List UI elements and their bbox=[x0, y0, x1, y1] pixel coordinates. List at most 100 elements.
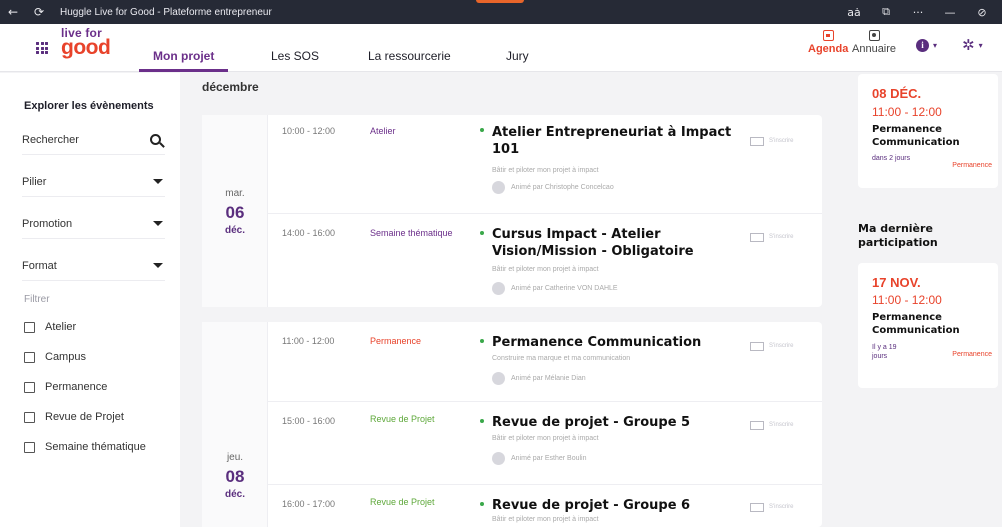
agenda-label: Agenda bbox=[808, 43, 849, 55]
checkbox[interactable] bbox=[24, 381, 35, 393]
register-label: S'inscrire bbox=[769, 422, 794, 428]
register-checkbox[interactable]: S'inscrire bbox=[750, 231, 793, 243]
card-type: Permanence bbox=[952, 162, 992, 169]
event-title[interactable]: Revue de projet - Groupe 5 bbox=[492, 414, 792, 431]
checkbox-icon bbox=[750, 341, 764, 351]
logo-text-bottom: good bbox=[61, 36, 111, 59]
apps-grid-icon[interactable] bbox=[36, 42, 48, 54]
day-group: mar. 06 déc. 10:00 - 12:00 Atelier Ateli… bbox=[202, 115, 822, 307]
reload-icon[interactable]: ⟳ bbox=[26, 0, 52, 24]
card-relative-time: dans 2 jours bbox=[872, 155, 911, 162]
status-dot bbox=[480, 419, 484, 423]
event-title[interactable]: Permanence Communication bbox=[492, 334, 792, 351]
day-column: jeu. 08 déc. bbox=[202, 322, 268, 527]
animator-name: Animé par Catherine VON DAHLE bbox=[511, 284, 618, 292]
tab-jury[interactable]: Jury bbox=[506, 49, 529, 71]
search-input[interactable]: Rechercher bbox=[22, 125, 165, 155]
event-row[interactable]: 11:00 - 12:00 Permanence Permanence Comm… bbox=[268, 322, 822, 402]
tab-les-sos[interactable]: Les SOS bbox=[271, 49, 319, 71]
event-time: 16:00 - 17:00 bbox=[282, 499, 336, 509]
filter-semaine-thematique[interactable]: Semaine thématique bbox=[24, 439, 146, 455]
status-dot bbox=[480, 231, 484, 235]
event-subtitle: Construire ma marque et ma communication bbox=[492, 355, 631, 362]
event-animator: Animé par Catherine VON DAHLE bbox=[492, 281, 618, 295]
last-event-card[interactable]: 17 NOV. 11:00 - 12:00 Permanence Communi… bbox=[858, 263, 998, 388]
pilier-label: Pilier bbox=[22, 175, 47, 188]
avatar bbox=[492, 281, 505, 295]
status-dot bbox=[480, 339, 484, 343]
event-title[interactable]: Revue de projet - Groupe 6 bbox=[492, 497, 792, 514]
event-type: Revue de Projet bbox=[370, 497, 435, 507]
event-type: Revue de Projet bbox=[370, 414, 435, 424]
event-type: Semaine thématique bbox=[370, 228, 453, 238]
tab-la-ressourcerie[interactable]: La ressourcerie bbox=[368, 49, 451, 71]
minimize-icon[interactable]: — bbox=[934, 0, 966, 24]
event-time: 10:00 - 12:00 bbox=[282, 126, 336, 136]
read-aloud-icon[interactable]: aȧ bbox=[838, 0, 870, 24]
dropdown-arrow-icon bbox=[153, 263, 163, 268]
event-subtitle: Bâtir et piloter mon projet à impact bbox=[492, 516, 599, 523]
logo[interactable]: live for good bbox=[61, 27, 111, 67]
format-select[interactable]: Format bbox=[22, 251, 165, 281]
month-heading: décembre bbox=[202, 80, 259, 94]
info-icon: i bbox=[916, 38, 929, 52]
checkbox[interactable] bbox=[24, 321, 35, 333]
filter-label: Semaine thématique bbox=[45, 441, 146, 453]
annuaire-label: Annuaire bbox=[852, 43, 897, 55]
card-time: 11:00 - 12:00 bbox=[872, 105, 942, 119]
back-icon[interactable]: ← bbox=[0, 0, 26, 24]
event-animator: Animé par Christophe Concelcao bbox=[492, 180, 614, 194]
install-app-icon[interactable]: ⧉ bbox=[870, 0, 902, 24]
checkbox-icon bbox=[750, 420, 764, 430]
register-checkbox[interactable]: S'inscrire bbox=[750, 419, 793, 431]
filter-label: Permanence bbox=[45, 381, 108, 393]
checkbox[interactable] bbox=[24, 351, 35, 363]
day-group: jeu. 08 déc. 11:00 - 12:00 Permanence Pe… bbox=[202, 322, 822, 527]
filter-campus[interactable]: Campus bbox=[24, 349, 86, 365]
filter-revue-de-projet[interactable]: Revue de Projet bbox=[24, 409, 124, 425]
more-icon[interactable]: ··· bbox=[902, 0, 934, 24]
pilier-select[interactable]: Pilier bbox=[22, 167, 165, 197]
event-subtitle: Bâtir et piloter mon projet à impact bbox=[492, 167, 599, 174]
app-header: live for good Mon projet Les SOS La ress… bbox=[0, 24, 1002, 72]
annuaire-link[interactable]: Annuaire bbox=[852, 30, 896, 55]
checkbox-icon bbox=[750, 502, 764, 512]
register-checkbox[interactable]: S'inscrire bbox=[750, 135, 793, 147]
event-row[interactable]: 16:00 - 17:00 Revue de Projet Revue de p… bbox=[268, 485, 822, 527]
filter-atelier[interactable]: Atelier bbox=[24, 319, 76, 335]
filter-sidebar: Explorer les évènements Rechercher Pilie… bbox=[0, 73, 180, 527]
settings-menu[interactable]: ✲ ▾ bbox=[962, 36, 983, 54]
gear-icon: ✲ bbox=[962, 36, 975, 54]
info-menu[interactable]: i ▾ bbox=[916, 37, 937, 53]
calendar-icon bbox=[822, 30, 834, 41]
event-title[interactable]: Atelier Entrepreneuriat à Impact 101 bbox=[492, 124, 732, 158]
next-event-card[interactable]: 08 DÉC. 11:00 - 12:00 Permanence Communi… bbox=[858, 74, 998, 188]
filter-heading: Filtrer bbox=[24, 294, 50, 305]
event-time: 14:00 - 16:00 bbox=[282, 228, 336, 238]
format-label: Format bbox=[22, 259, 57, 272]
event-row[interactable]: 14:00 - 16:00 Semaine thématique Cursus … bbox=[268, 214, 822, 307]
checkbox[interactable] bbox=[24, 441, 35, 453]
avatar bbox=[492, 180, 505, 194]
event-title[interactable]: Cursus Impact - Atelier Vision/Mission -… bbox=[492, 226, 752, 260]
search-icon[interactable] bbox=[150, 134, 161, 145]
register-checkbox[interactable]: S'inscrire bbox=[750, 501, 793, 513]
animator-name: Animé par Mélanie Dian bbox=[511, 374, 586, 382]
directory-icon bbox=[868, 30, 880, 41]
filter-label: Revue de Projet bbox=[45, 411, 124, 423]
promotion-select[interactable]: Promotion bbox=[22, 209, 165, 239]
event-time: 15:00 - 16:00 bbox=[282, 416, 336, 426]
day-of-week: jeu. bbox=[226, 452, 244, 463]
event-row[interactable]: 10:00 - 12:00 Atelier Atelier Entreprene… bbox=[268, 115, 822, 214]
register-checkbox[interactable]: S'inscrire bbox=[750, 340, 793, 352]
last-participation-heading: Ma dernière participation bbox=[858, 222, 938, 249]
card-time: 11:00 - 12:00 bbox=[872, 293, 942, 307]
agenda-link[interactable]: Agenda bbox=[808, 30, 848, 55]
card-relative-time: Il y a 19 jours bbox=[872, 344, 897, 360]
tab-mon-projet[interactable]: Mon projet bbox=[153, 49, 214, 71]
close-icon[interactable]: ⊘ bbox=[966, 0, 998, 24]
event-row[interactable]: 15:00 - 16:00 Revue de Projet Revue de p… bbox=[268, 402, 822, 485]
checkbox[interactable] bbox=[24, 411, 35, 423]
filter-permanence[interactable]: Permanence bbox=[24, 379, 107, 395]
card-date: 17 NOV. bbox=[872, 275, 921, 290]
